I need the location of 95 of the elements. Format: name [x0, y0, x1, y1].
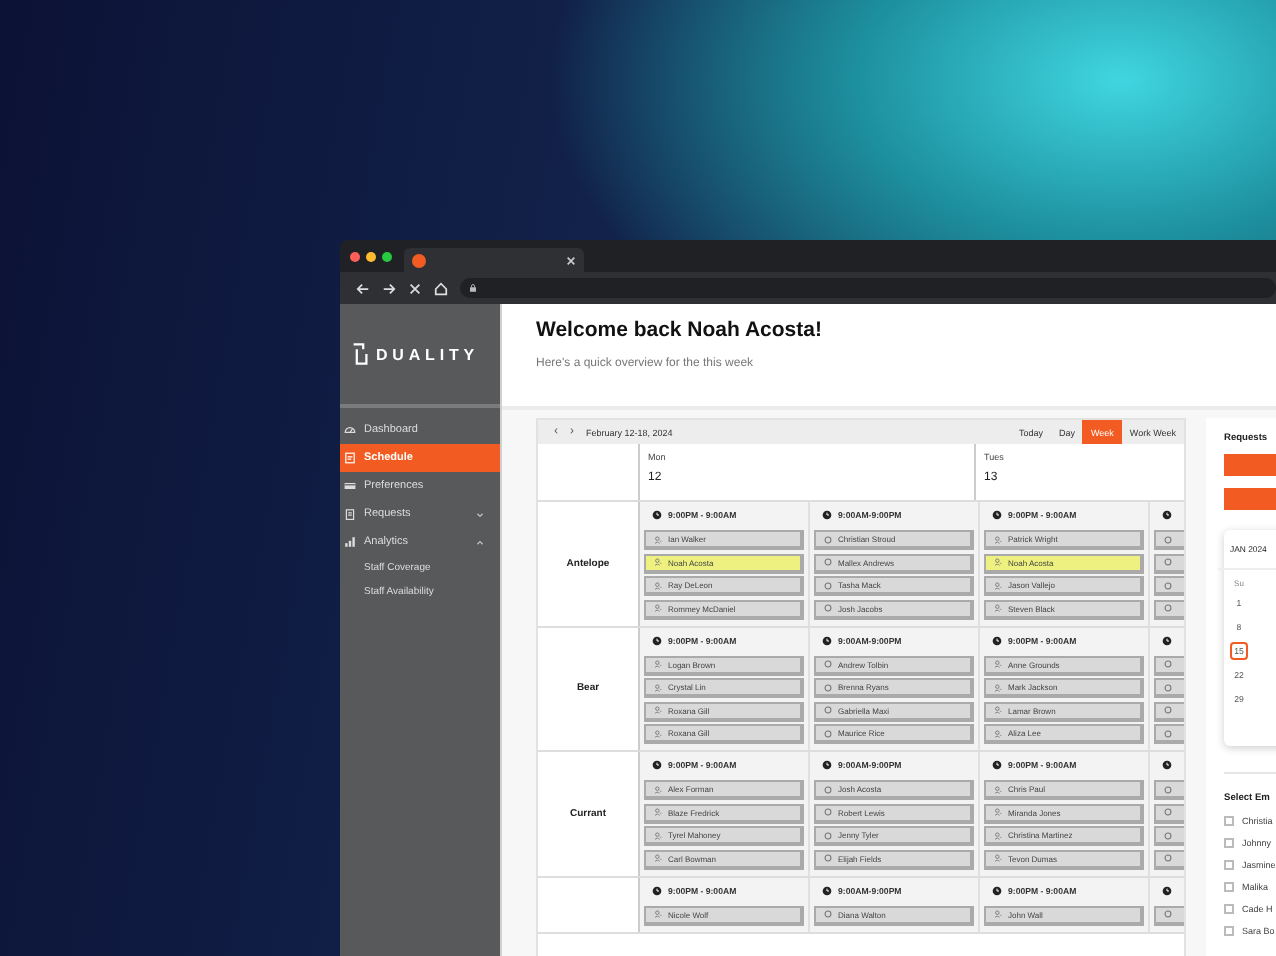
circle-icon	[1164, 910, 1172, 918]
checkbox[interactable]	[1224, 816, 1234, 826]
circle-icon	[824, 604, 832, 612]
clock-icon	[1162, 635, 1172, 645]
logo-text: DUALITY	[376, 345, 479, 363]
person-icon	[654, 910, 662, 918]
close-icon[interactable]	[408, 281, 422, 295]
checkbox[interactable]	[1224, 926, 1234, 936]
circle-icon	[1164, 558, 1172, 566]
person-icon	[994, 831, 1002, 839]
circle-icon	[1164, 604, 1172, 612]
close-window-icon[interactable]	[350, 251, 360, 261]
back-icon[interactable]	[356, 281, 370, 295]
circle-icon	[1164, 854, 1172, 862]
checkbox[interactable]	[1224, 904, 1234, 914]
caret-icon[interactable]	[476, 539, 484, 545]
person-icon	[654, 854, 662, 862]
circle-icon	[824, 729, 832, 737]
circle-icon	[1164, 581, 1172, 589]
person-icon	[654, 535, 662, 543]
clipboard-icon	[344, 508, 356, 520]
circle-icon	[824, 910, 832, 918]
minimize-window-icon[interactable]	[366, 251, 376, 261]
person-icon	[994, 910, 1002, 918]
circle-icon	[824, 558, 832, 566]
person-icon	[994, 581, 1002, 589]
person-icon	[994, 785, 1002, 793]
circle-icon	[824, 854, 832, 862]
clock-icon	[992, 510, 1002, 520]
person-icon	[654, 683, 662, 691]
checkbox[interactable]	[1224, 838, 1234, 848]
person-icon	[994, 535, 1002, 543]
clock-icon	[822, 510, 832, 520]
forward-icon[interactable]	[382, 281, 396, 295]
circle-icon	[1164, 808, 1172, 816]
person-icon	[994, 729, 1002, 737]
person-icon	[654, 558, 662, 566]
circle-icon	[824, 683, 832, 691]
clock-icon	[822, 760, 832, 770]
clock-icon	[652, 635, 662, 645]
close-icon[interactable]	[566, 255, 576, 265]
person-icon	[994, 604, 1002, 612]
lock-icon	[470, 284, 476, 292]
person-icon	[654, 706, 662, 714]
logo-icon	[352, 342, 368, 366]
person-icon	[994, 706, 1002, 714]
clock-icon	[652, 885, 662, 895]
circle-icon	[1164, 706, 1172, 714]
gauge-icon	[344, 424, 356, 436]
clock-icon	[1162, 885, 1172, 895]
person-icon	[654, 831, 662, 839]
checkbox[interactable]	[1224, 882, 1234, 892]
favicon-icon	[412, 253, 426, 267]
circle-icon	[1164, 535, 1172, 543]
maximize-window-icon[interactable]	[382, 251, 392, 261]
home-icon[interactable]	[434, 281, 448, 295]
circle-icon	[824, 535, 832, 543]
browser-tab[interactable]	[404, 248, 584, 272]
welcome-title: Welcome back Noah Acosta!	[536, 318, 824, 342]
caret-icon[interactable]	[476, 511, 484, 517]
person-icon	[994, 854, 1002, 862]
clock-icon	[822, 885, 832, 895]
circle-icon	[1164, 683, 1172, 691]
bar-chart-icon	[344, 536, 356, 548]
circle-icon	[1164, 729, 1172, 737]
person-icon	[654, 785, 662, 793]
circle-icon	[824, 581, 832, 589]
clock-icon	[992, 760, 1002, 770]
clock-icon	[1162, 510, 1172, 520]
address-field[interactable]	[460, 278, 1276, 298]
circle-icon	[824, 660, 832, 668]
clock-icon	[652, 510, 662, 520]
clock-icon	[1162, 760, 1172, 770]
circle-icon	[1164, 785, 1172, 793]
person-icon	[994, 808, 1002, 816]
clock-icon	[822, 635, 832, 645]
clock-icon	[992, 885, 1002, 895]
person-icon	[994, 683, 1002, 691]
circle-icon	[1164, 831, 1172, 839]
person-icon	[654, 729, 662, 737]
checkbox[interactable]	[1224, 860, 1234, 870]
person-icon	[654, 604, 662, 612]
person-icon	[654, 808, 662, 816]
person-icon	[654, 660, 662, 668]
circle-icon	[824, 785, 832, 793]
calendar-icon	[344, 452, 356, 464]
circle-icon	[1164, 660, 1172, 668]
person-icon	[994, 660, 1002, 668]
clock-icon	[652, 760, 662, 770]
circle-icon	[824, 706, 832, 714]
person-icon	[994, 558, 1002, 566]
circle-icon	[824, 831, 832, 839]
clock-icon	[992, 635, 1002, 645]
circle-icon	[824, 808, 832, 816]
person-icon	[654, 581, 662, 589]
